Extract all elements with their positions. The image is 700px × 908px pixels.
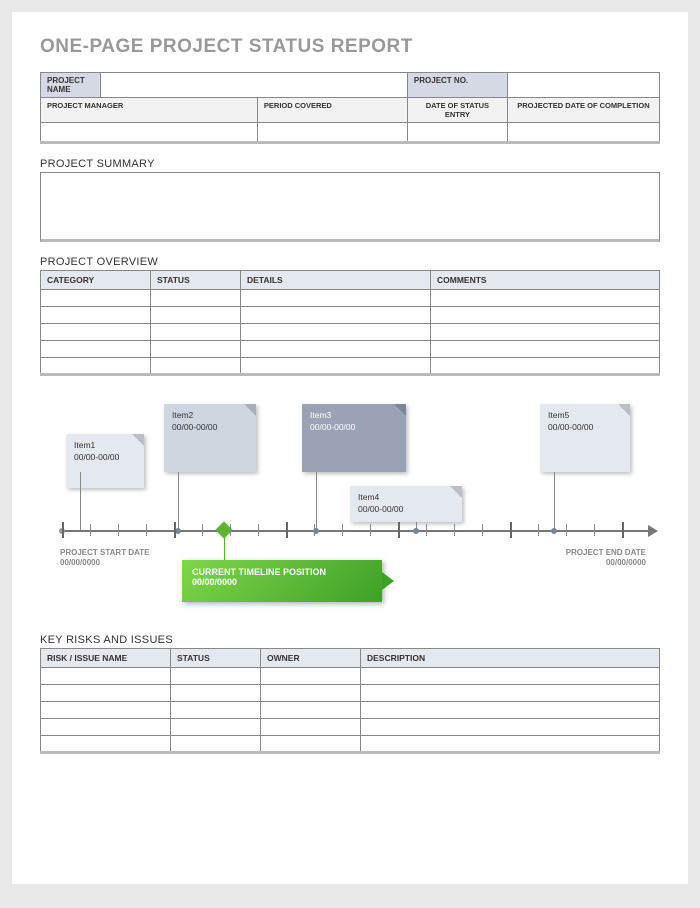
table-row [41, 719, 660, 736]
timeline-axis [60, 530, 650, 532]
table-row [41, 668, 660, 685]
table-row [41, 290, 660, 307]
overview-table: CATEGORY STATUS DETAILS COMMENTS [40, 270, 660, 376]
section-risks-heading: KEY RISKS AND ISSUES [40, 634, 660, 646]
section-summary-heading: PROJECT SUMMARY [40, 158, 660, 170]
table-row [41, 358, 660, 375]
current-position-box: CURRENT TIMELINE POSITION 00/00/0000 [182, 560, 382, 602]
table-row [41, 702, 660, 719]
overview-col-status: STATUS [151, 271, 241, 290]
risks-col-name: RISK / ISSUE NAME [41, 649, 171, 668]
label-project-name: PROJECT NAME [41, 73, 101, 98]
field-projected-completion[interactable] [507, 123, 659, 143]
table-row [41, 736, 660, 753]
label-projected-completion: PROJECTED DATE OF COMPLETION [507, 98, 659, 123]
label-date-status-entry: DATE OF STATUS ENTRY [407, 98, 507, 123]
label-project-no: PROJECT NO. [407, 73, 507, 98]
overview-col-category: CATEGORY [41, 271, 151, 290]
overview-col-details: DETAILS [241, 271, 431, 290]
label-project-manager: PROJECT MANAGER [41, 98, 258, 123]
risks-table: RISK / ISSUE NAME STATUS OWNER DESCRIPTI… [40, 648, 660, 754]
summary-box[interactable] [40, 172, 660, 242]
timeline-item-1: Item100/00-00/00 [66, 434, 144, 488]
report-title: ONE-PAGE PROJECT STATUS REPORT [40, 36, 660, 58]
section-overview-heading: PROJECT OVERVIEW [40, 256, 660, 268]
field-project-no[interactable] [507, 73, 659, 98]
project-info-table: PROJECT NAME PROJECT NO. PROJECT MANAGER… [40, 72, 660, 144]
document-page: ONE-PAGE PROJECT STATUS REPORT PROJECT N… [12, 12, 688, 884]
field-period-covered[interactable] [257, 123, 407, 143]
table-row [41, 324, 660, 341]
table-row [41, 341, 660, 358]
risks-col-status: STATUS [171, 649, 261, 668]
field-date-status-entry[interactable] [407, 123, 507, 143]
label-period-covered: PERIOD COVERED [257, 98, 407, 123]
overview-col-comments: COMMENTS [431, 271, 660, 290]
risks-col-owner: OWNER [261, 649, 361, 668]
table-row [41, 307, 660, 324]
timeline-item-4: Item400/00-00/00 [350, 486, 462, 522]
risks-col-description: DESCRIPTION [361, 649, 660, 668]
timeline-item-3: Item300/00-00/00 [302, 404, 406, 472]
timeline-end-label: PROJECT END DATE 00/00/0000 [566, 548, 646, 569]
field-project-name[interactable] [101, 73, 408, 98]
timeline-start-label: PROJECT START DATE 00/00/0000 [60, 548, 149, 569]
timeline-item-5: Item500/00-00/00 [540, 404, 630, 472]
timeline: Item100/00-00/00 Item200/00-00/00 Item30… [40, 390, 660, 620]
table-row [41, 685, 660, 702]
field-project-manager[interactable] [41, 123, 258, 143]
timeline-item-2: Item200/00-00/00 [164, 404, 256, 472]
arrow-right-icon [648, 525, 658, 537]
